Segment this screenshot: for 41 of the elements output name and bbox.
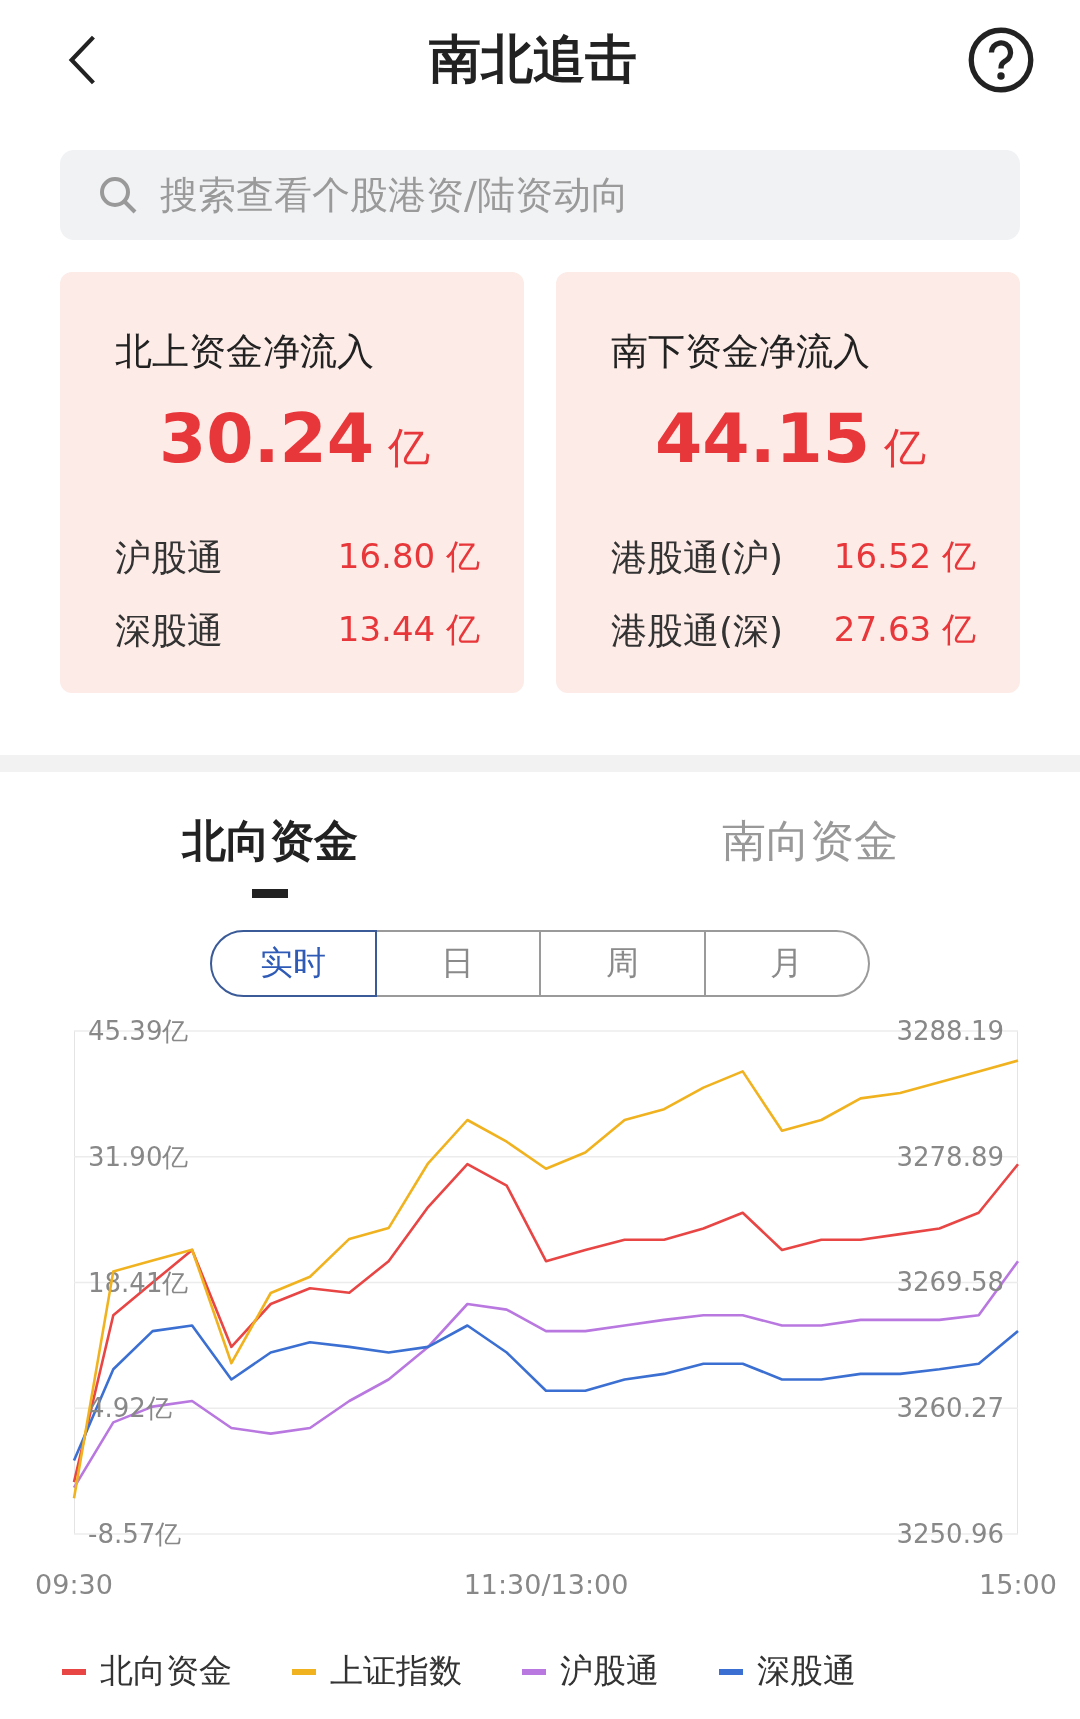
tab-underline (252, 889, 288, 898)
axis-label: 3288.19 (896, 1016, 1004, 1046)
period-tab[interactable]: 周 (541, 930, 706, 997)
channel-label: 深股通 (115, 609, 223, 653)
card-title: 北上资金净流入 (115, 329, 374, 375)
axis-label: 3250.96 (896, 1519, 1004, 1549)
tab[interactable]: 南向资金 (722, 812, 898, 871)
legend-label: 上证指数 (330, 1650, 462, 1692)
period-tab[interactable]: 日 (376, 930, 541, 997)
channel-value: 13.44 亿 (337, 608, 480, 651)
axis-label: 15:00 (979, 1569, 1057, 1600)
channel-label: 港股通(沪) (611, 536, 784, 580)
channel-label: 沪股通 (115, 536, 223, 580)
page-title: 南北追击 (428, 28, 637, 91)
period-tab[interactable]: 实时 (210, 930, 377, 997)
axis-label: 11:30/13:00 (463, 1569, 629, 1600)
amount-unit: 亿 (388, 422, 431, 474)
tab[interactable]: 北向资金 (182, 812, 358, 871)
axis-label: 3278.89 (896, 1141, 1004, 1172)
flow-amount: 44.15 (655, 399, 871, 478)
back-icon[interactable] (66, 34, 98, 86)
axis-label: 3269.58 (896, 1267, 1004, 1298)
axis-label: 31.90亿 (88, 1141, 189, 1172)
flow-amount: 30.24 (159, 399, 375, 478)
search-icon (98, 175, 138, 215)
axis-label: 45.39亿 (88, 1016, 189, 1046)
period-tab[interactable]: 月 (705, 930, 870, 997)
axis-label: 09:30 (35, 1569, 113, 1600)
axis-label: -8.57亿 (88, 1519, 182, 1549)
axis-label: 3260.27 (896, 1393, 1004, 1424)
legend-label: 沪股通 (560, 1650, 659, 1692)
channel-label: 港股通(深) (611, 609, 784, 653)
channel-value: 16.80 亿 (337, 535, 480, 578)
card-title: 南下资金净流入 (611, 329, 870, 375)
legend-label: 北向资金 (100, 1650, 232, 1692)
channel-value: 27.63 亿 (833, 608, 976, 651)
search-field[interactable]: 搜索查看个股港资/陆资动向 (60, 150, 1020, 240)
legend-label: 深股通 (757, 1650, 856, 1692)
help-icon[interactable] (967, 26, 1035, 94)
channel-value: 16.52 亿 (833, 535, 976, 578)
amount-unit: 亿 (884, 422, 927, 474)
